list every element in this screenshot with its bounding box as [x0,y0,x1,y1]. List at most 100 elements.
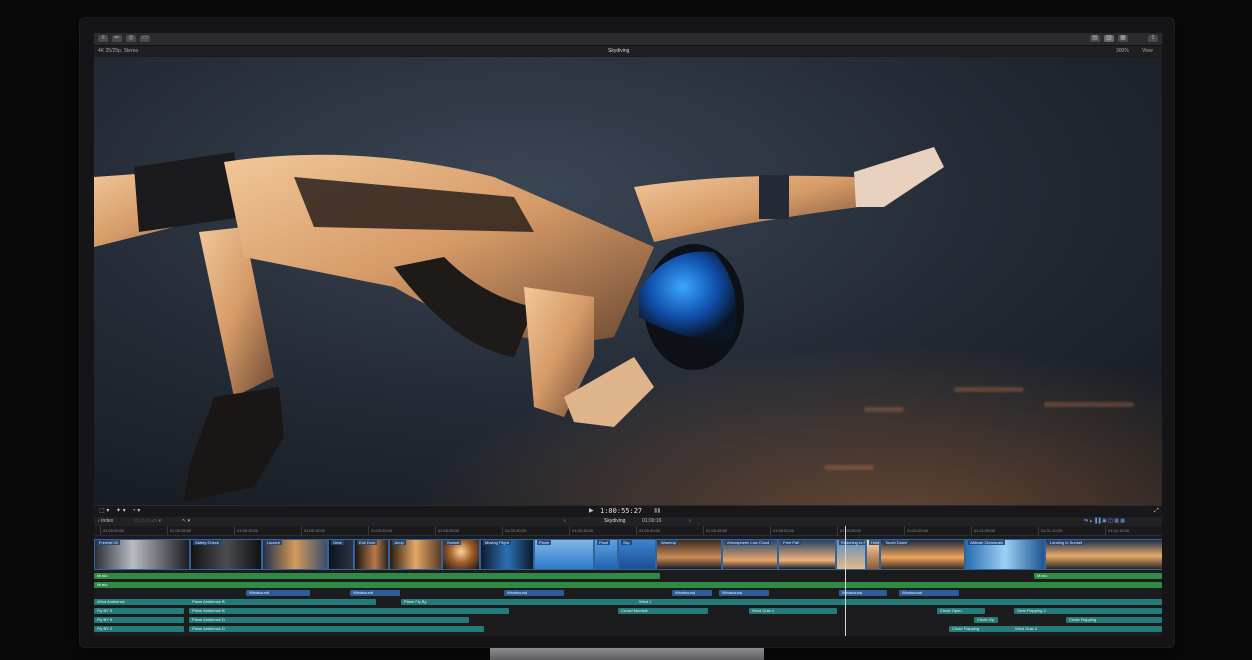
audio-clip[interactable]: Music [94,573,660,579]
forward-arrow-icon[interactable]: › [689,517,691,526]
share-icon[interactable]: ⇪ [1148,35,1158,42]
video-viewer[interactable] [94,57,1162,505]
library-icon[interactable]: ≡ [98,35,108,42]
timeline-clip[interactable]: Free Fall [778,539,836,570]
timeline-clip[interactable]: Safety Check [190,539,262,570]
audio-clip[interactable]: Windsound [899,590,959,596]
timeline-clip[interactable]: Sky [618,539,656,570]
ruler-tick: 01:00:35:00 [569,526,593,535]
ruler-tick: 01:00:50:00 [770,526,794,535]
audio-clip[interactable]: Gear Flapping 3 [1014,608,1162,614]
timeline-clip[interactable]: Float [594,539,618,570]
timeline-clip[interactable]: Exit Door [354,539,389,570]
audio-clip[interactable]: Plane Ambience B [189,608,509,614]
timeline-clip[interactable]: Launch [262,539,328,570]
timeline-clip[interactable]: Altitude Clearscale [965,539,1045,570]
clip-label: Landing in Sunset [1048,540,1085,545]
transform-tool-icon[interactable]: ⬚ ▾ [99,506,109,517]
index-button[interactable]: ‹ Index [98,517,113,526]
audio-clip[interactable]: Plane Ambience D [189,626,484,632]
timeline-clip[interactable]: Hold [866,539,880,570]
timeline-clip[interactable]: Atmospheric Low Cloud [722,539,778,570]
speed-tool-icon[interactable]: ◔ ▾ [132,506,140,517]
clip-label: Sunset [445,540,462,545]
play-icon[interactable]: ▶ [589,506,594,517]
index-label: Index [101,518,114,524]
timeline-ruler[interactable]: 01:00:00:00 01:00:05:00 01:00:10:00 01:00:1… [94,526,1162,536]
audio-clip[interactable]: Plane Fly By [401,599,1162,605]
background-tasks-icon[interactable]: ▭ [140,35,150,42]
view-menu[interactable]: View [1142,46,1153,56]
audio-clip[interactable]: Windsound [672,590,712,596]
timeline-clip[interactable]: Reaching to Fly [836,539,866,570]
audio-clip[interactable]: Fly BY 5 [94,617,184,623]
project-duration: 01:00:16 [642,518,662,524]
clip-label: Freefall 03 [97,540,120,545]
import-icon[interactable]: ⇐ [112,35,122,42]
timeline-clip[interactable]: Freefall 03 [94,539,190,570]
audio-clip[interactable]: Chute Open [937,608,985,614]
timeline-clip[interactable]: Sunset [442,539,480,570]
audio-clip[interactable]: Windsound [719,590,769,596]
clip-label: Jump [392,540,406,545]
zoom-menu[interactable]: 300% [1116,46,1129,56]
audio-clip[interactable]: Windsound [350,590,400,596]
timeline-clip[interactable]: Landing in Sunset [1045,539,1162,570]
audio-clip[interactable]: Wind Gust 4 [1012,626,1162,632]
clip-appearance-icons[interactable]: ▭ ▭ ▭ ▭ ▾ [134,517,161,526]
audio-clip[interactable]: Fly BY 2 [94,626,184,632]
audio-clip[interactable]: Chute Zip [974,617,998,623]
ruler-tick: 01:00:20:00 [368,526,392,535]
audio-clip[interactable]: Fly BY 5 [94,608,184,614]
clip-label: Touch Down [883,540,910,545]
fullscreen-icon[interactable]: ⤢ [1154,506,1159,517]
project-name[interactable]: Skydiving [604,517,625,526]
audio-skimming-icons[interactable]: ⇆ ▴ ▐▐ ▣ ◫ ▦ ▦ [1084,517,1125,526]
clip-label: Plane [537,540,552,545]
clip-label: Atmospheric Low Cloud [725,540,772,545]
select-tool-icon[interactable]: ↖ ▾ [182,517,190,526]
clip-label: Reaching to Fly [839,540,865,545]
audio-clip[interactable]: Music [94,582,1162,588]
audio-clip[interactable]: Plane Ambience D [189,617,469,623]
timeline-clip[interactable]: Jump [389,539,442,570]
format-label: 4K 25/25p, Stereo [98,48,139,54]
inspector-layout-icon[interactable]: ▦ [1118,35,1128,42]
audio-clip[interactable]: Windsound [839,590,887,596]
timeline-clip[interactable]: Touch Down [880,539,965,570]
clip-label: Launch [265,540,283,545]
clip-label: Warmup [659,540,678,545]
audio-clip[interactable]: Plane Ambience B [189,599,374,605]
audio-clip[interactable]: Wind Gust 4 [749,608,837,614]
playhead[interactable] [845,526,846,636]
audio-clip[interactable]: Crowd Mumble [618,608,708,614]
browser-layout-icon[interactable]: ▤ [1090,35,1100,42]
ruler-tick: 01:00:15:00 [301,526,325,535]
ruler-tick: 01:01:15:00 [1105,526,1129,535]
audio-clip[interactable]: Windsound [504,590,564,596]
timeline-layout-icon[interactable]: ▥ [1104,35,1114,42]
clip-label: Float [597,540,610,545]
back-arrow-icon[interactable]: ‹ [564,517,566,526]
timeline-header: ‹ Index ▭ ▭ ▭ ▭ ▾ ↖ ▾ ‹ Skydiving 01:00:… [94,517,1162,526]
enhance-tool-icon[interactable]: ✦ ▾ [116,506,126,517]
ruler-tick: 01:00:05:00 [167,526,191,535]
timecode-display: 1:00:55:27 [600,507,643,515]
ruler-tick: 01:00:00:00 [100,526,124,535]
timeline-clip[interactable]: Gear [328,539,354,570]
timeline-clip[interactable]: Plane [534,539,594,570]
timeline-clip[interactable]: Warmup [656,539,722,570]
audio-clip[interactable]: Chute Flapping [1066,617,1162,623]
clip-label: Free Fall [781,540,801,545]
primary-storyline: Freefall 03 Safety Check Launch Gear Exit Do… [94,539,1162,570]
timeline-clip[interactable]: Moving Flight [480,539,534,570]
audio-clip[interactable]: Music [1034,573,1162,579]
clip-label: Exit Door [357,540,378,545]
monitor-stand [490,648,764,660]
audio-meter-icon[interactable]: ▮▮ [654,506,661,517]
keyword-icon[interactable]: ◎ [126,35,136,42]
audio-clip[interactable]: Wind 1 [636,599,756,605]
ruler-tick: 01:00:45:00 [703,526,727,535]
audio-clip[interactable]: Windsound [246,590,310,596]
ruler-tick: 01:00:30:00 [502,526,526,535]
